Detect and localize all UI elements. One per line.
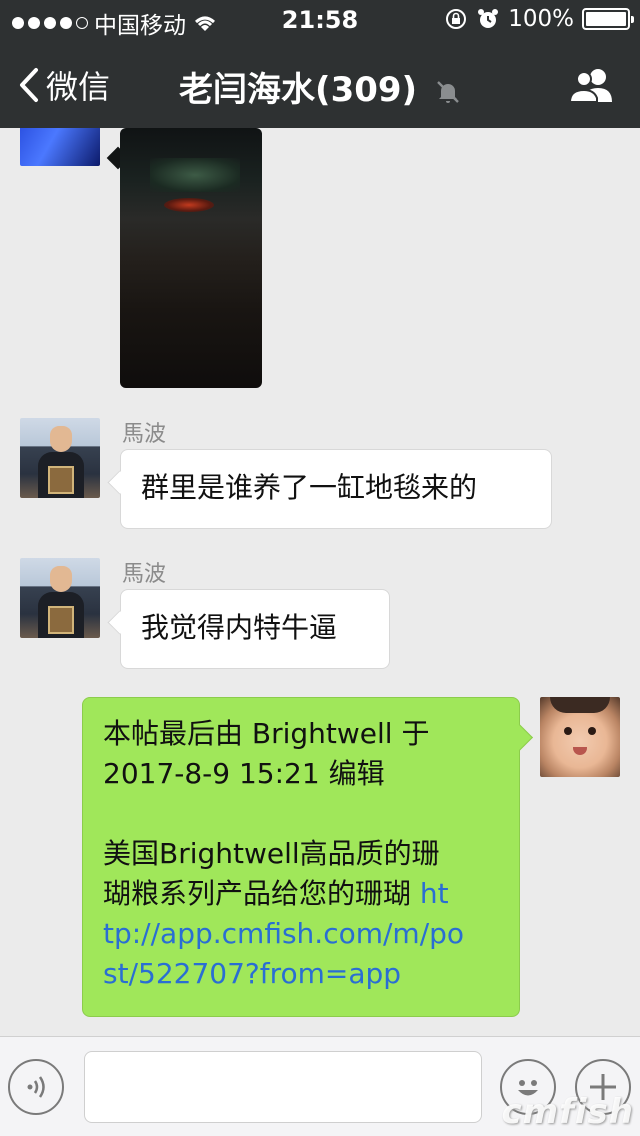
voice-icon — [27, 1076, 45, 1098]
message-link[interactable]: tp://app.cmfish.com/m/po — [103, 914, 499, 954]
group-members-icon[interactable] — [568, 66, 616, 104]
message-line: 瑚粮系列产品给您的珊瑚 ht — [103, 877, 449, 910]
avatar[interactable] — [20, 128, 100, 166]
text-message[interactable]: 我觉得内特牛逼 — [120, 589, 390, 669]
input-bar: cmfish — [0, 1036, 640, 1136]
message-list[interactable]: 馬波 群里是谁养了一缸地毯来的 馬波 我觉得内特牛逼 本帖最后由 Brightw… — [0, 128, 640, 1036]
watermark: cmfish — [501, 1092, 634, 1132]
chat-title: 老闫海水(309) — [0, 62, 640, 111]
message-line: 美国Brightwell高品质的珊 — [103, 837, 440, 870]
mute-bell-icon — [437, 80, 459, 103]
message-link[interactable]: st/522707?from=app — [103, 954, 499, 994]
status-bar: 中国移动 21:58 100% — [0, 0, 640, 40]
text-message[interactable]: 群里是谁养了一缸地毯来的 — [120, 449, 552, 529]
navigation-bar: 微信 老闫海水(309) — [0, 40, 640, 128]
message-input[interactable] — [84, 1051, 482, 1123]
image-message[interactable] — [120, 128, 262, 388]
battery-percent: 100% — [508, 6, 574, 32]
sender-name: 馬波 — [122, 562, 167, 587]
avatar[interactable] — [20, 558, 100, 638]
sender-name: 馬波 — [122, 422, 167, 447]
top-bar: 中国移动 21:58 100% 微信 老闫海水(309) — [0, 0, 640, 128]
group-name: 老闫海水(309) — [179, 70, 418, 110]
message-line: 2017-8-9 15:21 编辑 — [103, 757, 385, 790]
avatar[interactable] — [20, 418, 100, 498]
rotation-lock-icon — [446, 9, 467, 29]
message-link[interactable]: ht — [420, 877, 449, 910]
alarm-icon — [478, 9, 499, 28]
text-message-self[interactable]: 本帖最后由 Brightwell 于 2017-8-9 15:21 编辑 美国B… — [82, 697, 520, 1017]
voice-button[interactable] — [8, 1059, 64, 1115]
battery-icon — [582, 8, 634, 30]
message-line: 本帖最后由 Brightwell 于 — [103, 717, 430, 750]
avatar-self[interactable] — [540, 697, 620, 777]
